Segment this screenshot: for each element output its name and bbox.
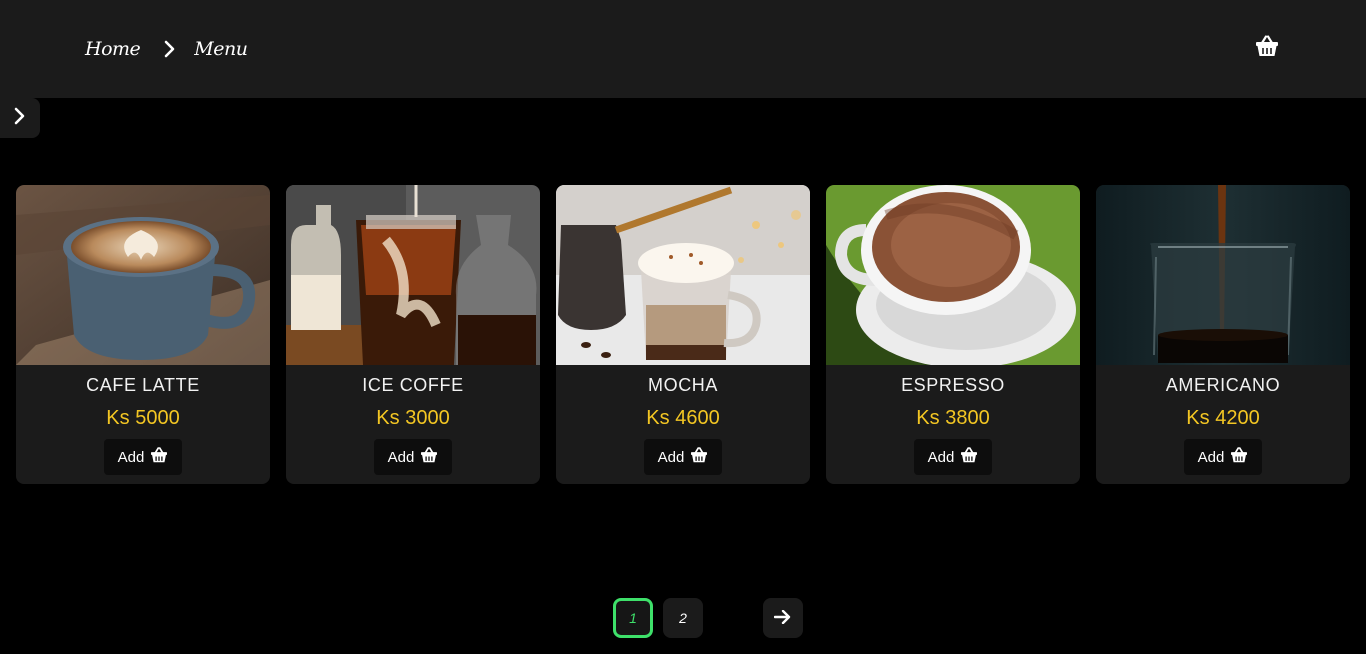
add-to-cart-button[interactable]: Add (374, 439, 452, 475)
add-label: Add (657, 448, 685, 466)
basket-icon (420, 447, 438, 467)
basket-icon (150, 447, 168, 467)
espresso-image (826, 185, 1080, 365)
product-name: CAFE LATTE (86, 375, 200, 395)
top-header: Home Menu (0, 0, 1366, 98)
product-card: ICE COFFE Ks 3000 Add (286, 185, 540, 484)
product-name: MOCHA (648, 375, 718, 395)
basket-icon (960, 447, 978, 467)
next-page-button[interactable] (763, 598, 803, 638)
add-label: Add (1197, 448, 1225, 466)
add-to-cart-button[interactable]: Add (914, 439, 992, 475)
product-card: MOCHA Ks 4600 Add (556, 185, 810, 484)
add-label: Add (387, 448, 415, 466)
add-label: Add (927, 448, 955, 466)
add-to-cart-button[interactable]: Add (1184, 439, 1262, 475)
arrow-right-icon (773, 609, 792, 627)
page-button-2[interactable]: 2 (663, 598, 703, 638)
ice-coffee-image (286, 185, 540, 365)
product-name: ICE COFFE (362, 375, 464, 395)
basket-icon (1230, 447, 1248, 467)
product-name: ESPRESSO (901, 375, 1005, 395)
add-label: Add (117, 448, 145, 466)
product-price: Ks 5000 (106, 407, 180, 429)
product-grid: CAFE LATTE Ks 5000 Add ICE COFFE Ks 3000 (16, 185, 1350, 484)
basket-icon (690, 447, 708, 467)
product-price: Ks 4200 (1186, 407, 1260, 429)
product-price: Ks 4600 (646, 407, 720, 429)
cafe-latte-image (16, 185, 270, 365)
product-card: CAFE LATTE Ks 5000 Add (16, 185, 270, 484)
breadcrumb: Home Menu (85, 34, 248, 64)
product-price: Ks 3800 (916, 407, 990, 429)
product-name: AMERICANO (1165, 375, 1281, 395)
product-card: ESPRESSO Ks 3800 Add (826, 185, 1080, 484)
americano-image (1096, 185, 1350, 365)
chevron-right-icon (14, 107, 26, 130)
product-card: AMERICANO Ks 4200 Add (1096, 185, 1350, 484)
chevron-right-icon (164, 40, 176, 58)
add-to-cart-button[interactable]: Add (644, 439, 722, 475)
mocha-image (556, 185, 810, 365)
page-button-1[interactable]: 1 (613, 598, 653, 638)
basket-icon (1255, 34, 1279, 62)
add-to-cart-button[interactable]: Add (104, 439, 182, 475)
breadcrumb-home-link[interactable]: Home (85, 38, 141, 60)
sidebar-toggle-button[interactable] (0, 98, 40, 138)
product-price: Ks 3000 (376, 407, 450, 429)
breadcrumb-menu-current: Menu (194, 38, 248, 60)
cart-button[interactable] (1254, 34, 1280, 62)
